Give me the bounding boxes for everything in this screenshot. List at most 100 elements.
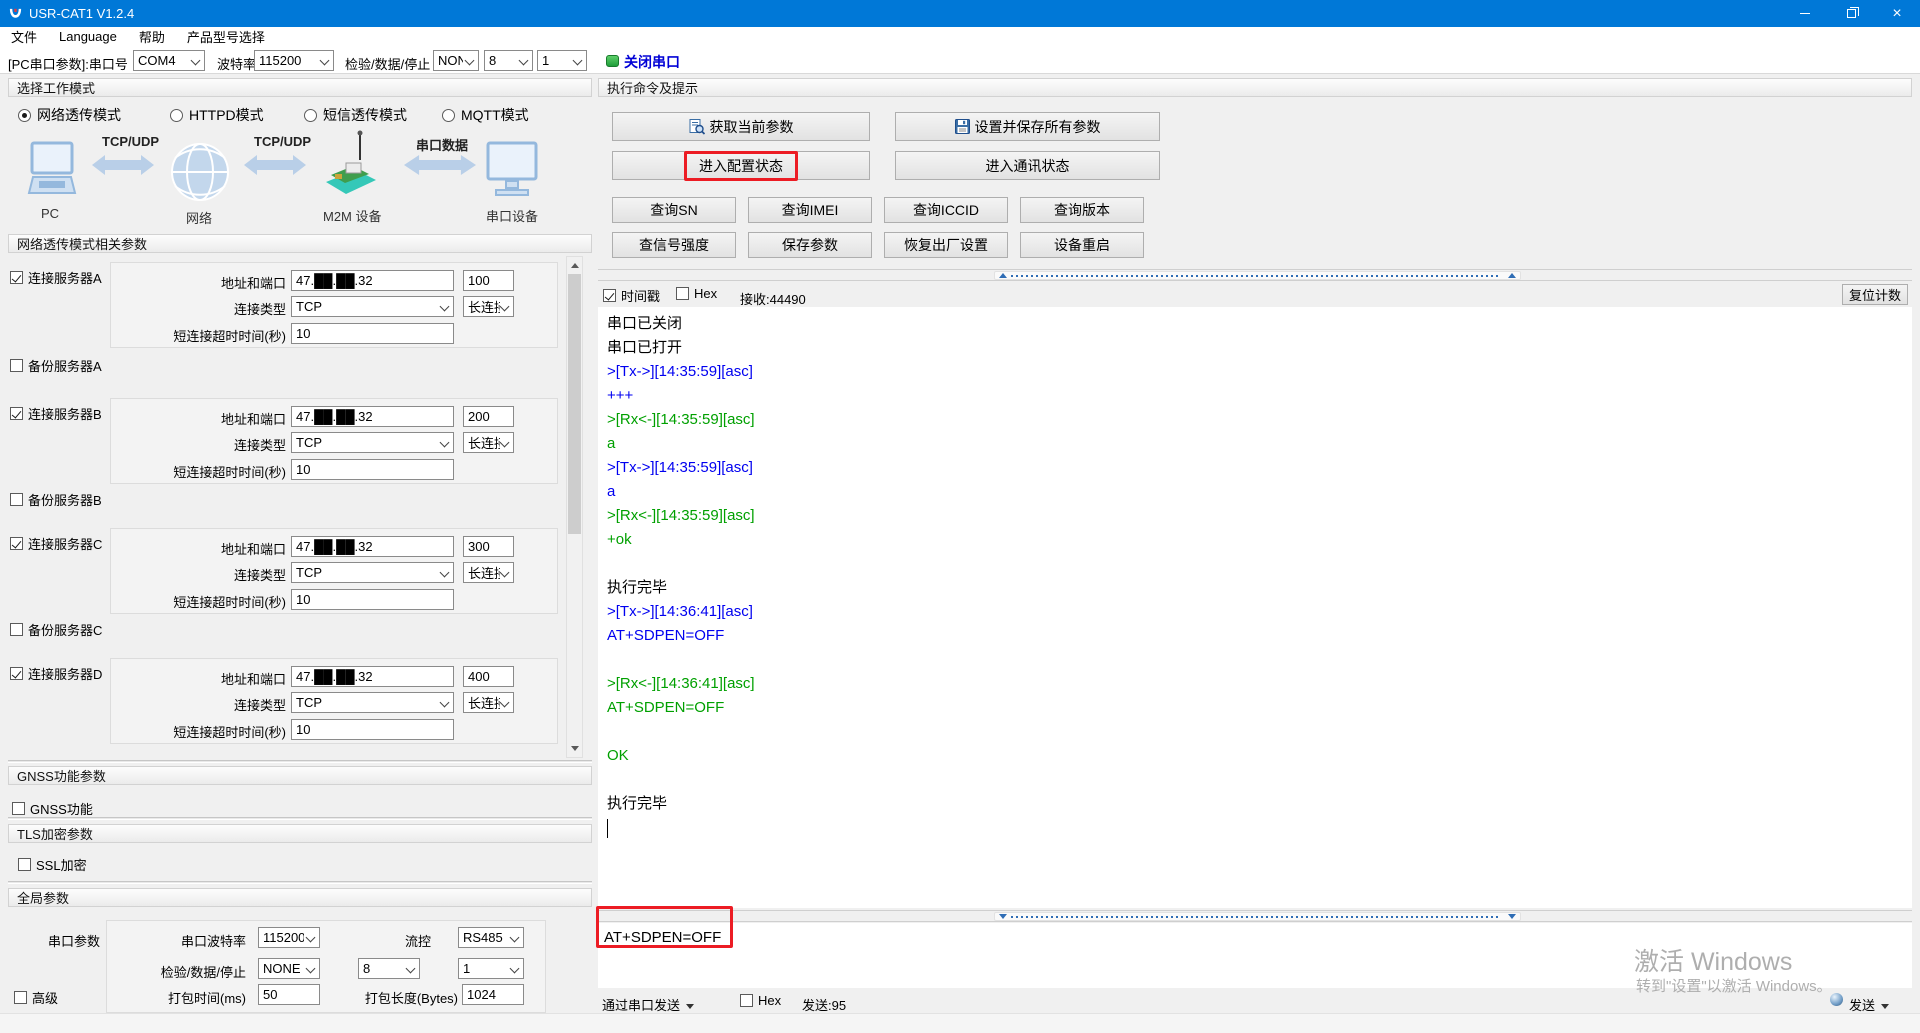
scroll-down-icon[interactable] [568, 741, 581, 756]
advanced-checkbox[interactable]: 高级 [14, 988, 58, 1007]
checkbox-icon [10, 359, 23, 372]
server-d-timeout-input[interactable]: 10 [291, 719, 454, 740]
scroll-up-icon[interactable] [568, 258, 581, 273]
com-port-select[interactable]: COM4 [133, 50, 205, 71]
checkbox-icon [14, 991, 27, 1004]
checkbox-icon [10, 623, 23, 636]
menu-product-model[interactable]: 产品型号选择 [176, 27, 276, 46]
restore-button[interactable] [1828, 0, 1874, 27]
server-b-keep-select[interactable]: 长连接 [463, 432, 514, 453]
command-panel-header: 执行命令及提示 [598, 78, 1912, 97]
arrow-icon [92, 154, 154, 176]
baud-rate-select[interactable]: 115200 [254, 50, 334, 71]
parity-select[interactable]: NONI [433, 50, 479, 71]
radio-mqtt[interactable]: MQTT模式 [442, 105, 529, 125]
close-serial-button[interactable]: 关闭串口 [624, 52, 680, 72]
menu-help[interactable]: 帮助 [128, 27, 176, 46]
close-window-button[interactable]: × [1874, 0, 1920, 27]
server-a-port-input[interactable]: 100 [463, 270, 514, 291]
server-d-address-input[interactable]: 47.██.██.32 [291, 666, 454, 687]
server-a-type-select[interactable]: TCP [291, 296, 454, 317]
backup-server-b-checkbox[interactable]: 备份服务器B [10, 490, 102, 509]
ssl-checkbox[interactable]: SSL加密 [18, 855, 87, 874]
pack-length-input[interactable]: 1024 [462, 984, 524, 1005]
reset-count-button[interactable]: 复位计数 [1842, 284, 1908, 305]
server-b-port-input[interactable]: 200 [463, 406, 514, 427]
server-d-keep-select[interactable]: 长连接 [463, 692, 514, 713]
backup-server-a-checkbox[interactable]: 备份服务器A [10, 356, 102, 375]
save-params-button[interactable]: 保存参数 [748, 232, 872, 258]
global-parity-select[interactable]: NONE [258, 958, 320, 979]
set-save-params-button[interactable]: 设置并保存所有参数 [895, 112, 1160, 141]
send-button[interactable]: 发送 [1849, 995, 1889, 1014]
server-c-port-input[interactable]: 300 [463, 536, 514, 557]
send-hex-checkbox[interactable]: Hex [740, 993, 781, 1008]
global-baud-select[interactable]: 115200 [258, 927, 320, 948]
stopbits-select[interactable]: 1 [537, 50, 587, 71]
get-params-button[interactable]: 获取当前参数 [612, 112, 870, 141]
minimize-button[interactable] [1782, 0, 1828, 27]
server-d-port-input[interactable]: 400 [463, 666, 514, 687]
global-databits-select[interactable]: 8 [358, 958, 420, 979]
addr-port-label: 地址和端口 [111, 539, 286, 558]
log-area[interactable]: 串口已关闭串口已打开>[Tx->][14:35:59][asc]+++>[Rx<… [598, 307, 1912, 908]
server-a-timeout-input[interactable]: 10 [291, 323, 454, 344]
send-status-icon [1830, 993, 1843, 1006]
enter-config-button[interactable]: 进入配置状态 [612, 151, 870, 180]
server-a-keep-select[interactable]: 长连接 [463, 296, 514, 317]
log-line [607, 720, 1912, 744]
window-title: USR-CAT1 V1.2.4 [29, 6, 134, 21]
scrollbar-thumb[interactable] [568, 274, 581, 534]
radio-sms-passthrough[interactable]: 短信透传模式 [304, 105, 407, 125]
activate-windows-watermark-sub: 转到"设置"以激活 Windows。 [1636, 975, 1832, 996]
factory-reset-button[interactable]: 恢复出厂设置 [884, 232, 1008, 258]
timestamp-checkbox[interactable]: 时间戳 [603, 286, 660, 305]
server-params-scrollbar[interactable] [566, 256, 583, 758]
query-signal-button[interactable]: 查信号强度 [612, 232, 736, 258]
splitter-handle[interactable] [994, 912, 1521, 921]
conn-type-label: 连接类型 [111, 695, 286, 714]
server-a-checkbox[interactable]: 连接服务器A [10, 268, 102, 287]
server-c-type-select[interactable]: TCP [291, 562, 454, 583]
triangle-down-icon [1508, 914, 1516, 919]
send-command-text[interactable]: AT+SDPEN=OFF [604, 929, 721, 946]
checkbox-icon [10, 667, 23, 680]
menu-file[interactable]: 文件 [0, 27, 48, 46]
radio-net-passthrough[interactable]: 网络透传模式 [18, 105, 121, 125]
server-c-keep-select[interactable]: 长连接 [463, 562, 514, 583]
pc-label: PC [41, 206, 59, 221]
net-params-header: 网络透传模式相关参数 [8, 234, 592, 253]
server-d-type-select[interactable]: TCP [291, 692, 454, 713]
server-d-checkbox[interactable]: 连接服务器D [10, 664, 102, 683]
flow-control-select[interactable]: RS485 [458, 927, 524, 948]
short-timeout-label: 短连接超时时间(秒) [111, 592, 286, 611]
server-b-timeout-input[interactable]: 10 [291, 459, 454, 480]
log-hex-checkbox[interactable]: Hex [676, 286, 717, 301]
server-b-type-select[interactable]: TCP [291, 432, 454, 453]
pack-time-input[interactable]: 50 [258, 984, 320, 1005]
databits-select[interactable]: 8 [484, 50, 533, 71]
gnss-checkbox[interactable]: GNSS功能 [12, 799, 93, 818]
query-sn-button[interactable]: 查询SN [612, 197, 736, 223]
log-splitter[interactable] [598, 269, 1912, 281]
baud-rate-label: 波特率 [217, 54, 256, 73]
query-iccid-button[interactable]: 查询ICCID [884, 197, 1008, 223]
server-b-checkbox[interactable]: 连接服务器B [10, 404, 102, 423]
server-c-timeout-input[interactable]: 10 [291, 589, 454, 610]
server-a-address-input[interactable]: 47.██.██.32 [291, 270, 454, 291]
query-version-button[interactable]: 查询版本 [1020, 197, 1144, 223]
server-c-checkbox[interactable]: 连接服务器C [10, 534, 102, 553]
splitter-handle[interactable] [994, 271, 1521, 280]
server-b-address-input[interactable]: 47.██.██.32 [291, 406, 454, 427]
server-c-address-input[interactable]: 47.██.██.32 [291, 536, 454, 557]
query-imei-button[interactable]: 查询IMEI [748, 197, 872, 223]
radio-httpd[interactable]: HTTPD模式 [170, 105, 264, 125]
short-timeout-label: 短连接超时时间(秒) [111, 326, 286, 345]
send-via-dropdown[interactable]: 通过串口发送 [602, 995, 694, 1014]
backup-server-c-checkbox[interactable]: 备份服务器C [10, 620, 102, 639]
menu-language[interactable]: Language [48, 29, 128, 44]
global-stopbits-select[interactable]: 1 [458, 958, 524, 979]
send-splitter[interactable] [598, 910, 1912, 922]
device-restart-button[interactable]: 设备重启 [1020, 232, 1144, 258]
enter-comm-button[interactable]: 进入通讯状态 [895, 151, 1160, 180]
